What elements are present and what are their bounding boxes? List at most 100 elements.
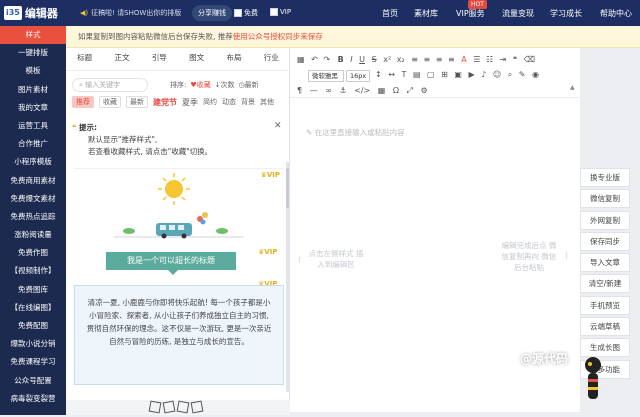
sidebar-item-video[interactable]: 【视频制作】 <box>0 262 66 280</box>
toolbar-collapse-icon[interactable]: ▲ <box>570 84 575 91</box>
border-icon[interactable]: ▢ <box>427 70 435 79</box>
style-search-input[interactable]: ⌕ 输入关键字 <box>72 78 148 92</box>
divider-icon[interactable]: — <box>310 86 318 95</box>
sidebar-item-free-design[interactable]: 免费作图 <box>0 244 66 262</box>
nav-vip-service[interactable]: VIP服务 <box>456 8 485 19</box>
filter-background[interactable]: 背景 <box>241 97 255 107</box>
filter-dynamic[interactable]: 动态 <box>222 97 236 107</box>
save-sync-button[interactable]: 保存同步 <box>580 231 630 251</box>
sidebar-item-free-pics[interactable]: 免费配图 <box>0 317 66 335</box>
settings-icon[interactable]: ⚙ <box>421 86 428 95</box>
sidebar-item-partner[interactable]: 合作推广 <box>0 135 66 153</box>
sidebar-item-my-articles[interactable]: 我的文章 <box>0 99 66 117</box>
underline-icon[interactable]: U <box>359 55 365 64</box>
clear-new-button[interactable]: 清空/新建 <box>580 274 630 294</box>
tab-body[interactable]: 正文 <box>114 52 129 70</box>
sidebar-item-one-click[interactable]: 一键排版 <box>0 44 66 62</box>
warning-link[interactable]: 使用公众号授权同步来保存 <box>233 32 323 41</box>
title-banner-style[interactable]: 我是一个可以超长的标题 <box>106 252 236 270</box>
ordered-list-icon[interactable]: ☷ <box>486 55 493 64</box>
sidebar-item-miniprogram[interactable]: 小程序模版 <box>0 153 66 171</box>
panel-scroll-thumb[interactable] <box>286 168 289 208</box>
sort-by-favorites[interactable]: ♥收藏 <box>190 80 210 90</box>
superscript-icon[interactable]: x² <box>383 55 391 64</box>
nav-learning[interactable]: 学习成长 <box>550 8 582 19</box>
strikethrough-icon[interactable]: S <box>372 55 377 64</box>
align-right-icon[interactable]: ≡ <box>436 55 443 64</box>
undo-icon[interactable]: ↶ <box>311 55 318 64</box>
date-icon[interactable]: ▦ <box>378 86 386 95</box>
special-char-icon[interactable]: Ω <box>393 86 399 95</box>
app-logo[interactable]: i35 编辑器 <box>4 5 58 21</box>
image-icon[interactable]: ▣ <box>454 70 462 79</box>
tab-industry[interactable]: 行业 <box>264 52 279 70</box>
align-center-icon[interactable]: ≡ <box>423 55 430 64</box>
external-copy-button[interactable]: 外网复制 <box>580 210 630 230</box>
sidebar-item-account-config[interactable]: 公众号配置 <box>0 372 66 390</box>
table-icon[interactable]: ⊞ <box>441 70 448 79</box>
code-icon[interactable]: </> <box>354 86 370 95</box>
text-icon[interactable]: T <box>402 70 407 79</box>
line-height-icon[interactable]: ↕ <box>375 70 382 79</box>
nav-help[interactable]: 帮助中心 <box>600 8 632 19</box>
filter-favorite[interactable]: 收藏 <box>99 96 121 108</box>
letter-spacing-icon[interactable]: ↔ <box>388 70 395 79</box>
anchor-icon[interactable]: ⚓ <box>339 86 346 95</box>
format-brush-icon[interactable]: ✎ <box>519 70 526 79</box>
sort-by-latest[interactable]: ◷最新 <box>239 80 259 90</box>
tab-guide[interactable]: 引导 <box>152 52 167 70</box>
tab-layout[interactable]: 布局 <box>226 52 241 70</box>
share-earn-button[interactable]: 分享赚钱 <box>192 5 232 21</box>
search-replace-icon[interactable]: ⌕ <box>508 70 512 79</box>
subscript-icon[interactable]: x₂ <box>397 55 405 64</box>
music-icon[interactable]: ♪ <box>481 70 486 79</box>
sidebar-item-viral-growth[interactable]: 病毒裂变裂营 <box>0 390 66 408</box>
mobile-preview-button[interactable]: 手机预览 <box>580 295 630 315</box>
italic-icon[interactable]: I <box>350 55 352 64</box>
font-size-select[interactable]: 16px <box>346 70 370 82</box>
paragraph-icon[interactable]: ¶ <box>297 86 302 95</box>
sidebar-item-styles[interactable]: 样式 <box>0 26 66 45</box>
sidebar-item-ops-tools[interactable]: 运营工具 <box>0 117 66 135</box>
fullscreen-icon[interactable]: ⤢ <box>407 86 413 95</box>
nav-home[interactable]: 首页 <box>382 8 398 19</box>
sidebar-item-grow-fans[interactable]: 涨粉阅读量 <box>0 226 66 244</box>
filter-festival[interactable]: 建党节 <box>153 97 177 108</box>
sidebar-item-free-viral[interactable]: 免费爆文素材 <box>0 190 66 208</box>
font-family-select[interactable]: 微软雅黑 <box>308 70 344 82</box>
align-left-icon[interactable]: ≡ <box>411 55 418 64</box>
nav-materials[interactable]: 素材库 <box>414 8 438 19</box>
sidebar-item-free-hot[interactable]: 免费热点追踪 <box>0 208 66 226</box>
filter-other[interactable]: 其他 <box>260 97 274 107</box>
tab-image-text[interactable]: 图文 <box>189 52 204 70</box>
indent-icon[interactable]: ⇥ <box>500 55 507 64</box>
announcement[interactable]: ◀) 征稿啦! 请SHOW出你的排版 <box>80 8 181 18</box>
sort-by-count[interactable]: ↓次数 <box>215 80 235 90</box>
preview-icon[interactable]: ◉ <box>532 70 539 79</box>
clear-format-icon[interactable]: ⌫ <box>524 55 535 64</box>
wechat-copy-button[interactable]: 微信复制 <box>580 189 630 209</box>
sidebar-item-templates[interactable]: 模板 <box>0 62 66 80</box>
list-icon[interactable]: ☰ <box>473 55 480 64</box>
highlight-icon[interactable]: ▤ <box>413 70 421 79</box>
source-icon[interactable]: ▦ <box>297 55 305 64</box>
bold-icon[interactable]: B <box>338 55 344 64</box>
sidebar-item-online-edit[interactable]: 【在线编图】 <box>0 299 66 317</box>
paragraph-style-card[interactable]: 清凉一夏, 小鹿鹿与你即将快乐起航! 每一个孩子都是小小冒险家、探索者, 从小让… <box>74 285 284 385</box>
filter-recommended[interactable]: 推荐 <box>72 96 94 108</box>
import-article-button[interactable]: 导入文章 <box>580 253 630 273</box>
link-icon[interactable]: ∞ <box>325 86 332 95</box>
emoji-icon[interactable]: ☺ <box>493 70 501 79</box>
font-color-icon[interactable]: A <box>461 55 466 64</box>
filter-latest[interactable]: 最新 <box>126 96 148 108</box>
close-icon[interactable]: ✕ <box>274 121 282 131</box>
style-card-summer-bus[interactable]: ♛VIP <box>74 168 284 244</box>
video-icon[interactable]: ▶ <box>469 70 475 79</box>
filter-simple[interactable]: 简约 <box>203 97 217 107</box>
sidebar-item-images[interactable]: 图片素材 <box>0 81 66 99</box>
vip-checkbox[interactable]: VIP <box>270 8 291 16</box>
upgrade-pro-button[interactable]: 换专业版 <box>580 168 630 187</box>
sidebar-item-courses[interactable]: 免费课程学习 <box>0 353 66 371</box>
cloud-draft-button[interactable]: 云端草稿 <box>580 317 630 337</box>
free-checkbox[interactable]: 免费 <box>234 8 258 18</box>
